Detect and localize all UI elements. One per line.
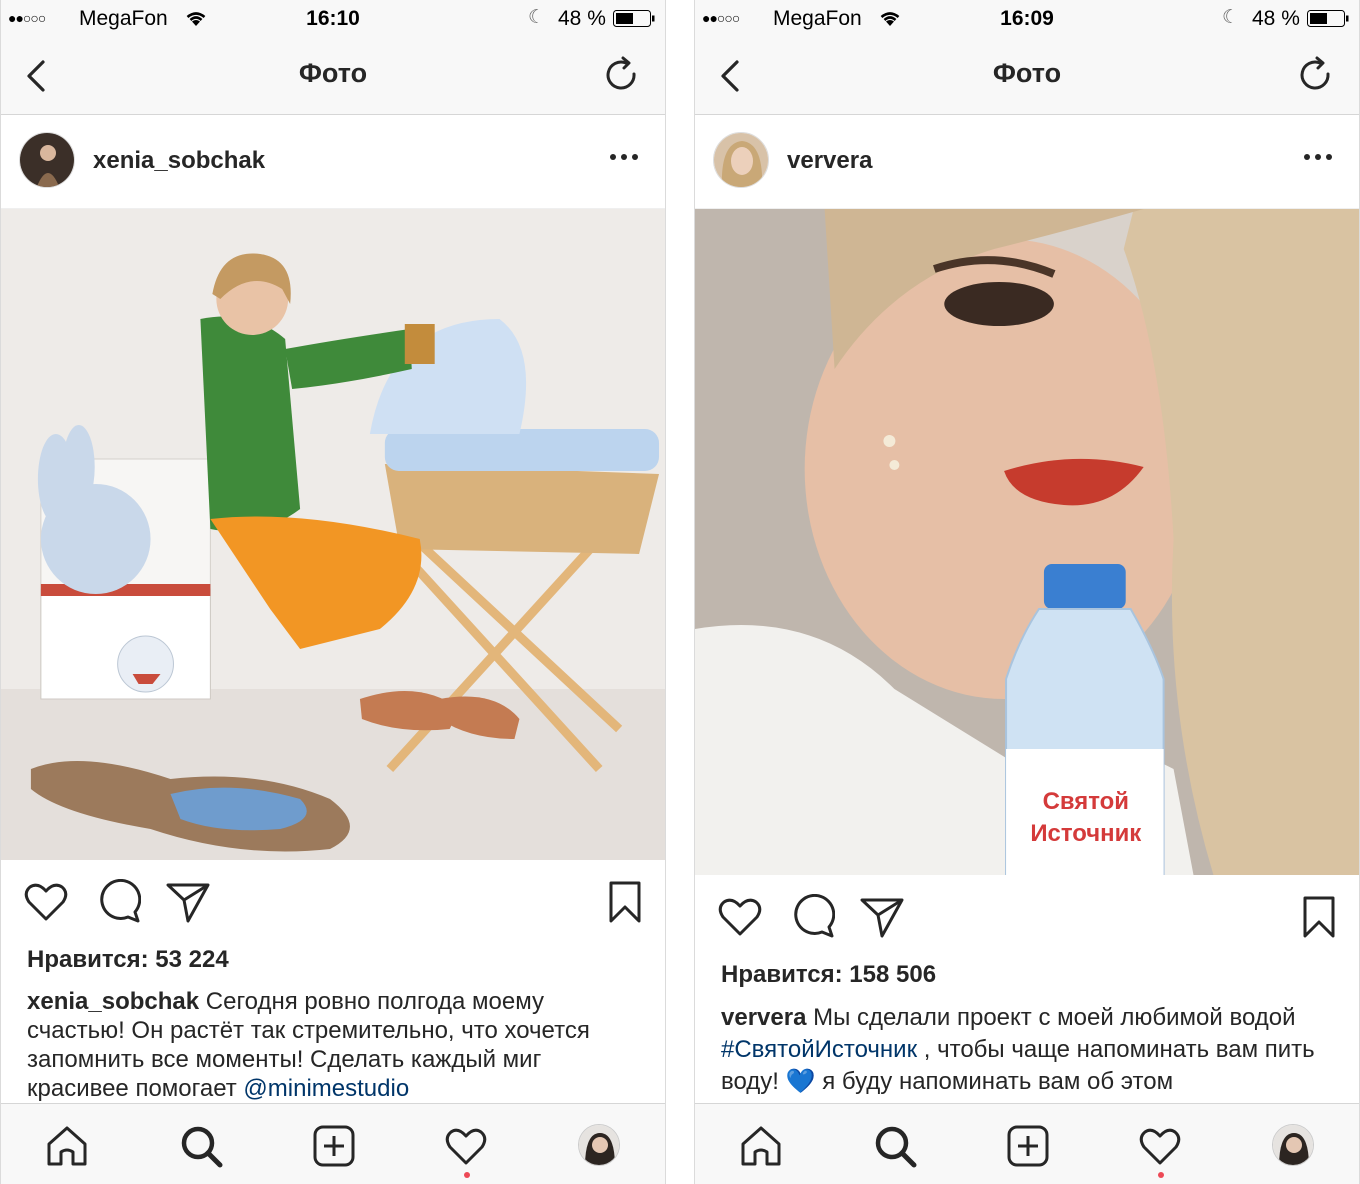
post-actions [1,873,665,933]
bottom-tab-bar [1,1103,665,1184]
comment-icon[interactable] [95,879,141,925]
battery-percent: 48 % [1252,7,1300,30]
heart-icon[interactable] [717,894,763,940]
status-bar: ●●○○○ MegaFon 16:09 ☾ 48 % [695,0,1359,36]
bottom-tab-bar [695,1103,1359,1184]
battery-icon [1307,10,1349,27]
status-bar: ●●○○○ MegaFon 16:10 ☾ 48 % [1,0,665,36]
post-header: xenia_sobchak [1,115,665,209]
heart-icon[interactable] [23,879,69,925]
blue-heart-emoji: 💙 [785,1068,816,1095]
post-username[interactable]: ververa [787,147,872,175]
refresh-icon[interactable] [1297,55,1335,95]
nav-header: Фото [1,36,665,115]
notification-dot [464,1172,470,1178]
post-photo[interactable] [1,209,665,860]
comment-icon[interactable] [789,894,835,940]
bookmark-icon[interactable] [607,879,643,925]
plus-square-icon[interactable] [312,1124,356,1168]
caption-hashtag-link[interactable]: #СвятойИсточник [721,1036,917,1063]
paper-plane-icon[interactable] [165,879,211,925]
avatar[interactable] [19,132,75,188]
ellipsis-icon[interactable] [609,151,639,163]
paper-plane-icon[interactable] [859,894,905,940]
battery-icon [613,10,655,27]
bookmark-icon[interactable] [1301,894,1337,940]
caption-text: я буду напоминать вам об этом [815,1068,1174,1095]
post-username[interactable]: xenia_sobchak [93,147,265,175]
likes-count[interactable]: Нравится: 53 224 [27,946,229,974]
post-photo[interactable]: Святой Источник [695,209,1359,875]
post-caption: xenia_sobchak Сегодня ровно полгода моем… [27,987,641,1103]
heart-icon[interactable] [1138,1124,1182,1168]
avatar[interactable] [1272,1124,1314,1166]
post-caption: ververa Мы сделали проект с моей любимой… [721,1002,1335,1098]
phone-screen-left: ●●○○○ MegaFon 16:10 ☾ 48 % Фото xenia_so… [0,0,666,1184]
home-icon[interactable] [739,1124,783,1168]
caption-mention-link[interactable]: @minimestudio [243,1075,409,1102]
likes-count[interactable]: Нравится: 158 506 [721,961,936,989]
post-header: ververa [695,115,1359,209]
phone-screen-right: ●●○○○ MegaFon 16:09 ☾ 48 % Фото ververa [694,0,1360,1184]
nav-header: Фото [695,36,1359,115]
avatar[interactable] [578,1124,620,1166]
svg-text:Святой: Святой [1043,788,1129,815]
plus-square-icon[interactable] [1006,1124,1050,1168]
ellipsis-icon[interactable] [1303,151,1333,163]
svg-text:Источник: Источник [1030,820,1141,847]
search-icon[interactable] [873,1124,917,1168]
moon-icon: ☾ [528,7,546,28]
notification-dot [1158,1172,1164,1178]
post-actions [695,888,1359,948]
caption-username[interactable]: xenia_sobchak [27,988,199,1015]
heart-icon[interactable] [444,1124,488,1168]
avatar[interactable] [713,132,769,188]
moon-icon: ☾ [1222,7,1240,28]
home-icon[interactable] [45,1124,89,1168]
page-title: Фото [992,58,1062,88]
caption-username[interactable]: ververa [721,1004,806,1031]
caption-text: Мы сделали проект с моей любимой водой [806,1004,1296,1031]
page-title: Фото [298,58,368,88]
refresh-icon[interactable] [603,55,641,95]
search-icon[interactable] [179,1124,223,1168]
battery-percent: 48 % [558,7,606,30]
